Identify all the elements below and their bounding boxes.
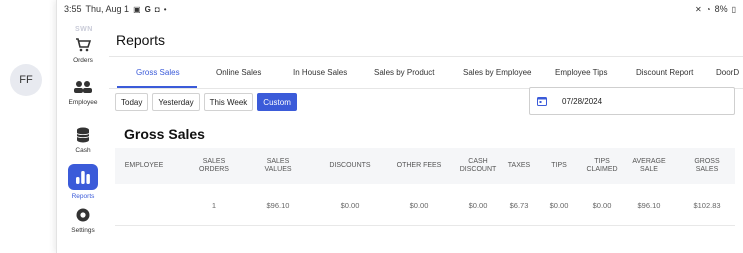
date-picker-field[interactable]: 07/28/2024: [529, 87, 735, 115]
cell-other-fees: $0.00: [409, 200, 429, 210]
tab-online-sales[interactable]: Online Sales: [216, 68, 261, 77]
screen: FF 3:55 Thu, Aug 1 ▣ G ◘ • ✕ ◔ 8% ▯ SWN: [0, 0, 743, 253]
table-header: EMPLOYEE SALES ORDERS SALES VALUES DISCO…: [115, 148, 735, 184]
col-taxes: TAXES: [507, 162, 531, 169]
avatar[interactable]: FF: [10, 64, 42, 96]
cell-discounts: $0.00: [340, 200, 360, 210]
cell-average-sale: $96.10: [637, 200, 661, 210]
col-tips-claimed: TIPS CLAIMED: [586, 158, 618, 173]
sidebar-item-settings[interactable]: Settings: [57, 206, 109, 246]
table-row[interactable]: 1 $96.10 $0.00 $0.00 $0.00 $6.73 $0.00 $…: [115, 184, 735, 226]
today-button[interactable]: Today: [115, 93, 149, 111]
tab-doordash[interactable]: DoorD: [716, 68, 739, 77]
yesterday-button[interactable]: Yesterday: [152, 93, 200, 111]
bar-chart-icon: [68, 164, 98, 190]
sidebar-item-label: Reports: [71, 193, 95, 200]
cell-taxes: $6.73: [509, 200, 529, 210]
google-icon: G: [144, 4, 151, 14]
cell-tips-claimed: $0.00: [592, 200, 612, 210]
cell-gross-sales: $102.83: [693, 200, 721, 210]
sidebar-item-label: Employee: [68, 99, 98, 106]
gear-icon: [72, 206, 94, 224]
battery-icon: ▯: [731, 4, 736, 14]
mute-icon: ✕: [695, 4, 702, 14]
gallery-icon: ▣: [133, 4, 141, 14]
sidebar-item-reports[interactable]: Reports: [57, 164, 109, 204]
tab-employee-tips[interactable]: Employee Tips: [555, 68, 607, 77]
cell-sales-values: $96.10: [266, 200, 290, 210]
status-bar: 3:55 Thu, Aug 1 ▣ G ◘ • ✕ ◔ 8% ▯: [57, 0, 743, 20]
col-cash-discount: CASH DISCOUNT: [459, 158, 497, 173]
sidebar-item-employee[interactable]: Employee: [57, 78, 109, 118]
page-title: Reports: [116, 32, 166, 48]
custom-button[interactable]: Custom: [257, 93, 297, 111]
sidebar-item-orders[interactable]: Orders: [57, 36, 109, 76]
status-right: ✕ ◔ 8% ▯: [695, 4, 736, 14]
col-average-sale: AVERAGE SALE: [632, 158, 666, 173]
sidebar-item-label: Settings: [71, 227, 95, 234]
col-other-fees: OTHER FEES: [396, 162, 442, 169]
col-discounts: DISCOUNTS: [329, 162, 371, 169]
battery-level: 8%: [714, 4, 728, 14]
gmail-icon: ◘: [154, 4, 160, 14]
sidebar-item-label: Cash: [75, 147, 91, 154]
main-content: Reports Gross Sales Online Sales In Hous…: [109, 20, 743, 253]
status-time: 3:55: [64, 4, 82, 14]
cell-sales-orders: 1: [211, 200, 217, 210]
tab-discount-report[interactable]: Discount Report: [636, 68, 693, 77]
brand-logo: SWN: [75, 26, 93, 33]
status-date: Thu, Aug 1: [85, 4, 130, 14]
tab-sales-by-employee[interactable]: Sales by Employee: [463, 68, 531, 77]
gross-sales-table: EMPLOYEE SALES ORDERS SALES VALUES DISCO…: [115, 148, 735, 226]
cell-cash-discount: $0.00: [468, 200, 488, 210]
col-employee: EMPLOYEE: [124, 162, 164, 169]
cell-tips: $0.00: [549, 200, 569, 210]
col-sales-orders: SALES ORDERS: [199, 158, 229, 173]
tablet-frame: 3:55 Thu, Aug 1 ▣ G ◘ • ✕ ◔ 8% ▯ SWN Ord…: [56, 0, 743, 253]
cart-icon: [72, 36, 94, 54]
sidebar: SWN Orders Employee Cash Reports Setting…: [57, 20, 109, 253]
wifi-icon: ◔: [705, 4, 711, 14]
col-gross-sales: GROSS SALES: [694, 158, 720, 173]
dot-icon: •: [163, 4, 167, 14]
status-left: 3:55 Thu, Aug 1 ▣ G ◘ •: [64, 4, 167, 14]
calendar-icon: [537, 96, 547, 106]
tab-in-house-sales[interactable]: In House Sales: [293, 68, 347, 77]
section-title: Gross Sales: [124, 126, 205, 142]
col-sales-values: SALES VALUES: [264, 158, 292, 173]
report-tabs: Gross Sales Online Sales In House Sales …: [109, 62, 743, 88]
cell-employee: [115, 184, 173, 226]
tab-gross-sales[interactable]: Gross Sales: [136, 68, 180, 77]
sidebar-item-cash[interactable]: Cash: [57, 126, 109, 166]
outer-strip: FF: [0, 0, 56, 253]
coins-icon: [72, 126, 94, 144]
this-week-button[interactable]: This Week: [203, 93, 254, 111]
date-range-buttons: Today Yesterday This Week Custom: [115, 93, 297, 111]
sidebar-item-label: Orders: [73, 57, 93, 64]
tab-sales-by-product[interactable]: Sales by Product: [374, 68, 434, 77]
divider: [109, 56, 743, 57]
date-value: 07/28/2024: [562, 96, 603, 106]
col-tips: TIPS: [551, 162, 567, 169]
people-icon: [72, 78, 94, 96]
